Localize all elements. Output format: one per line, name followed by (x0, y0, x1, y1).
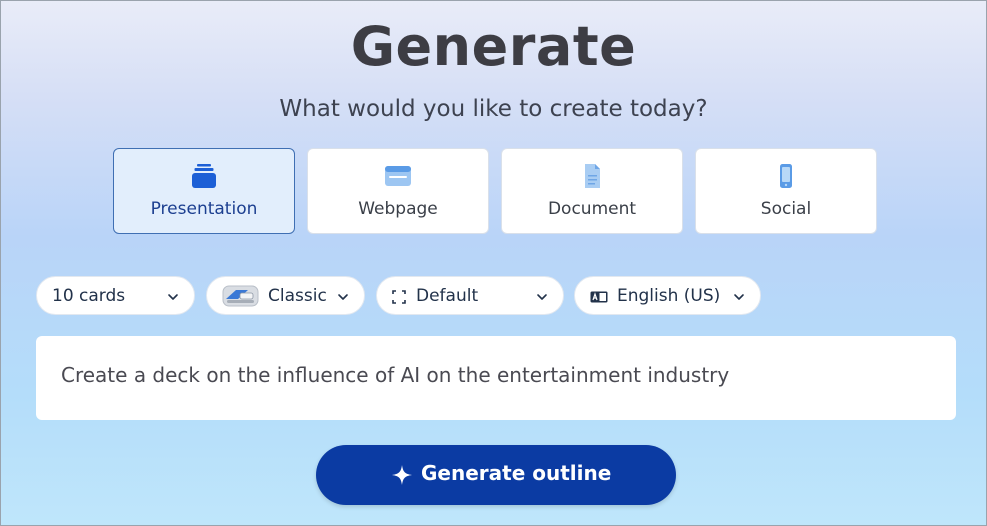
theme-select[interactable]: Classic (206, 276, 365, 315)
generate-outline-label: Generate outline (421, 461, 612, 485)
sparkle-icon (392, 465, 412, 485)
language-icon (590, 291, 608, 303)
type-card-webpage[interactable]: Webpage (307, 148, 489, 234)
generate-outline-button[interactable]: Generate outline (316, 445, 676, 505)
type-card-document[interactable]: Document (501, 148, 683, 234)
card-count-value: 10 cards (52, 286, 126, 306)
theme-thumbnail-icon (222, 285, 259, 307)
language-select[interactable]: English (US) (574, 276, 761, 315)
theme-value: Classic (268, 286, 327, 306)
layout-select[interactable]: Default (376, 276, 564, 315)
card-count-select[interactable]: 10 cards (36, 276, 195, 315)
prompt-text: Create a deck on the influence of AI on … (61, 363, 730, 387)
chevron-down-icon (734, 294, 744, 300)
page-title: Generate (350, 15, 637, 78)
prompt-input[interactable]: Create a deck on the influence of AI on … (36, 336, 956, 420)
page-subtitle: What would you like to create today? (279, 96, 708, 122)
type-card-label: Presentation (150, 199, 258, 219)
cards-stack-icon (192, 164, 216, 188)
type-card-label: Document (547, 199, 637, 219)
type-card-presentation[interactable]: Presentation (113, 148, 295, 234)
app-frame: Generate What would you like to create t… (0, 0, 987, 526)
type-card-label: Webpage (358, 199, 438, 219)
language-value: English (US) (617, 286, 721, 306)
type-card-label: Social (760, 199, 812, 219)
chevron-down-icon (338, 294, 348, 300)
chevron-down-icon (168, 294, 178, 300)
layout-value: Default (416, 286, 479, 306)
aspect-frame-icon (392, 290, 406, 304)
chevron-down-icon (537, 294, 547, 300)
type-card-social[interactable]: Social (695, 148, 877, 234)
browser-window-icon (385, 166, 411, 186)
phone-icon (780, 164, 792, 188)
document-icon (585, 164, 600, 188)
